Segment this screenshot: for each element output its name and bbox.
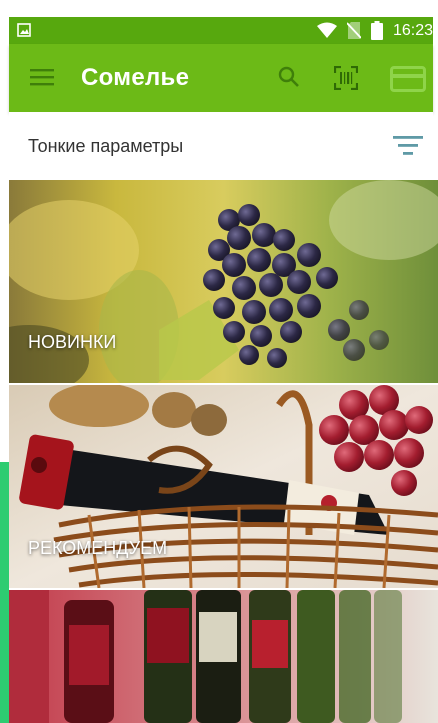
category-new[interactable]: НОВИНКИ xyxy=(9,180,438,383)
card-icon[interactable] xyxy=(390,66,426,92)
filter-label: Тонкие параметры xyxy=(28,136,184,156)
wifi-icon xyxy=(317,22,337,38)
wine-bottles-image xyxy=(9,590,438,723)
barcode-scan-icon[interactable] xyxy=(334,66,358,90)
category-recommended[interactable]: РЕКОМЕНДУЕМ xyxy=(9,385,438,588)
category-label: РЕКОМЕНДУЕМ xyxy=(28,538,168,558)
image-icon xyxy=(17,23,31,37)
no-sim-icon xyxy=(347,22,361,39)
status-time: 16:23 xyxy=(393,22,434,39)
search-icon[interactable] xyxy=(278,66,300,88)
status-bar: 16:23 xyxy=(9,17,433,44)
battery-icon xyxy=(371,21,383,40)
app-title: Сомелье xyxy=(81,64,190,91)
menu-icon[interactable] xyxy=(30,68,54,86)
side-accent-strip xyxy=(0,462,9,723)
category-label: НОВИНКИ xyxy=(28,332,117,352)
filter-icon[interactable] xyxy=(393,135,423,157)
filter-row[interactable]: Тонкие параметры xyxy=(9,112,433,180)
category-wine-bottles[interactable] xyxy=(9,590,438,723)
app-bar: Сомелье xyxy=(9,44,433,112)
